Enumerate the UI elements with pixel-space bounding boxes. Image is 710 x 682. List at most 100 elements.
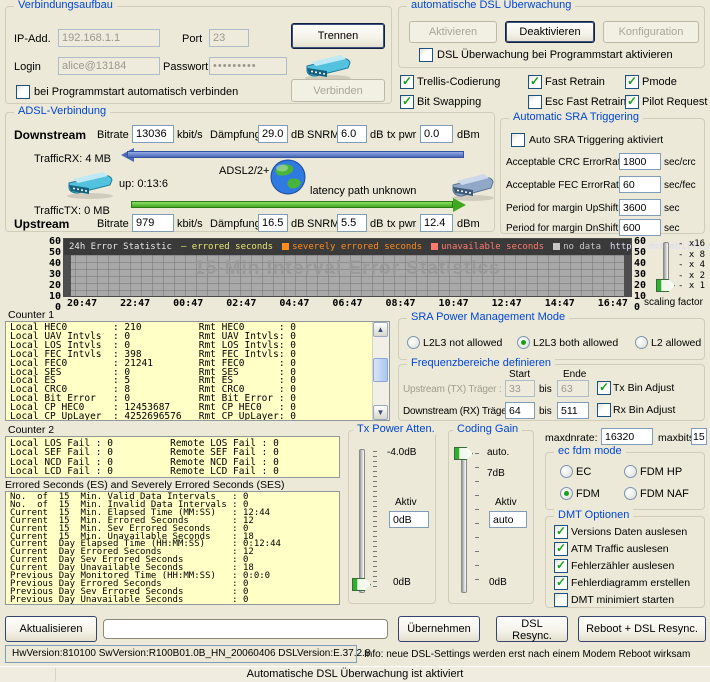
l2-allowed-radio[interactable] — [635, 336, 648, 349]
disconnect-button[interactable]: Trennen — [291, 23, 385, 49]
us-txpwr-field[interactable] — [420, 214, 453, 232]
y-tick: 60 — [634, 236, 647, 247]
refresh-button[interactable]: Aktualisieren — [5, 616, 97, 642]
ec-radio[interactable] — [560, 465, 573, 478]
scale-label: - x 4 — [678, 260, 706, 270]
fehlerzaehler-checkbox[interactable] — [554, 558, 568, 573]
fast-retrain-checkbox[interactable] — [528, 74, 542, 89]
ip-address-field[interactable] — [58, 29, 160, 47]
fdm-hp-radio[interactable] — [624, 465, 637, 478]
us-snrm-field[interactable] — [337, 214, 367, 232]
dnshift-field[interactable] — [619, 219, 661, 236]
scale-label: - x 2 — [678, 270, 706, 281]
y-tick: 30 — [634, 269, 647, 280]
maxbits-field[interactable] — [691, 428, 707, 445]
atm-traffic-label: ATM Traffic auslesen — [571, 543, 669, 555]
counter1-scrollbar[interactable]: ▲ ▼ — [372, 322, 389, 420]
x-tick: 14:47 — [544, 298, 575, 309]
startup-monitoring-checkbox[interactable] — [419, 48, 433, 62]
tx-atten-title: Tx Power Atten. — [353, 423, 439, 435]
tx-bin-adjust-checkbox[interactable] — [597, 380, 611, 395]
ip-address-label: IP-Add. — [14, 33, 51, 45]
upshift-field[interactable] — [619, 199, 661, 216]
crc-rate-unit: sec/crc — [664, 157, 696, 168]
scaling-slider-thumb[interactable] — [656, 279, 675, 292]
ds-snrm-unit: dB — [370, 129, 384, 141]
ds-snrm-field[interactable] — [337, 125, 367, 143]
monitoring-group: automatische DSL Überwachung Aktivieren … — [398, 0, 705, 68]
rx-bin-adjust-checkbox[interactable] — [597, 403, 611, 417]
l2l3-both-allowed-radio[interactable] — [517, 336, 530, 349]
downstream-end-field[interactable] — [557, 402, 589, 419]
sra-triggering-group: Automatic SRA Triggering Auto SRA Trigge… — [500, 111, 705, 236]
activate-button[interactable]: Aktivieren — [409, 21, 497, 43]
tx-atten-slider-thumb[interactable] — [352, 578, 371, 591]
y-tick: 50 — [48, 247, 61, 258]
x-tick: 08:47 — [385, 298, 416, 309]
dsl-resync-button[interactable]: DSL Resync. — [496, 616, 568, 642]
minimiert-checkbox[interactable] — [554, 593, 568, 607]
configuration-button[interactable]: Konfiguration — [603, 21, 699, 43]
counter1-label: Counter 1 — [8, 309, 55, 321]
us-att-field[interactable] — [258, 214, 288, 232]
us-bitrate-field[interactable] — [132, 214, 174, 232]
auto-sra-checkbox[interactable] — [511, 133, 525, 147]
command-field[interactable] — [103, 619, 388, 639]
counter1-text: Local HEC0 : 210 Rmt HEC0 : 0 Local UAV … — [10, 322, 296, 421]
fec-rate-label: Acceptable FEC ErrorRate — [506, 180, 625, 191]
us-att-unit: dB — [291, 218, 305, 230]
pilot-request-checkbox[interactable] — [625, 94, 639, 109]
password-field[interactable] — [209, 57, 287, 75]
ec-fdm-group: ec fdm mode EC FDM HP FDM FDM NAF — [545, 445, 705, 510]
versions-checkbox[interactable] — [554, 524, 568, 539]
x-axis: 20:47 22:47 00:47 02:47 04:47 06:47 08:4… — [63, 298, 632, 309]
dmt-options-title: DMT Optionen — [554, 509, 634, 521]
downstream-arrow — [127, 151, 464, 158]
coding-gain-slider-track[interactable] — [461, 449, 467, 593]
coding-gain-aktiv-field[interactable] — [489, 511, 527, 528]
scrollbar-thumb[interactable] — [373, 358, 388, 382]
trellis-checkbox[interactable] — [400, 74, 414, 89]
adsl-group-title: ADSL-Verbindung — [14, 105, 111, 117]
upstream-start-field[interactable] — [505, 380, 535, 397]
tx-atten-slider-track[interactable] — [359, 449, 365, 593]
maxdnrate-field[interactable] — [601, 428, 653, 445]
scroll-down-button[interactable]: ▼ — [373, 405, 388, 420]
apply-button[interactable]: Übernehmen — [398, 616, 480, 642]
x-tick: 06:47 — [332, 298, 363, 309]
deactivate-button[interactable]: Deaktivieren — [505, 21, 595, 43]
fehlerdiagramm-checkbox[interactable] — [554, 575, 568, 590]
pmode-checkbox[interactable] — [625, 74, 639, 89]
fdm-naf-radio[interactable] — [624, 487, 637, 500]
x-tick: 22:47 — [120, 298, 151, 309]
autoconnect-checkbox[interactable] — [16, 85, 30, 99]
coding-gain-slider-thumb[interactable] — [454, 447, 473, 460]
bit-swapping-checkbox[interactable] — [400, 94, 414, 109]
port-field[interactable] — [209, 29, 249, 47]
crc-rate-field[interactable] — [619, 153, 661, 170]
reboot-resync-button[interactable]: Reboot + DSL Resync. — [578, 616, 706, 642]
ds-att-field[interactable] — [258, 125, 288, 143]
ds-txpwr-field[interactable] — [420, 125, 453, 143]
esc-fast-retrain-checkbox[interactable] — [528, 95, 542, 109]
login-field[interactable] — [58, 57, 160, 75]
atm-traffic-checkbox[interactable] — [554, 541, 568, 556]
tx-atten-aktiv-field[interactable] — [389, 511, 429, 528]
ds-bitrate-field[interactable] — [132, 125, 174, 143]
upstream-end-field[interactable] — [557, 380, 589, 397]
fdm-naf-label: FDM NAF — [640, 488, 689, 500]
uptime-label: up: 0:13:6 — [119, 178, 168, 190]
connect-button[interactable]: Verbinden — [291, 79, 385, 102]
scroll-up-button[interactable]: ▲ — [373, 322, 388, 337]
globe-icon — [269, 158, 307, 199]
y-axis-left: 60 50 40 30 20 10 0 — [40, 236, 61, 313]
us-snrm-label: SNRM — [307, 218, 340, 230]
us-bitrate-label: Bitrate — [97, 218, 129, 230]
downstream-start-field[interactable] — [505, 402, 535, 419]
fdm-radio[interactable] — [560, 487, 573, 500]
counter2-box: Local LOS Fail : 0 Remote LOS Fail : 0 L… — [5, 436, 340, 478]
fehlerdiagramm-label: Fehlerdiagramm erstellen — [571, 577, 691, 589]
fec-rate-field[interactable] — [619, 176, 661, 193]
scaling-caption: scaling factor — [644, 297, 703, 308]
l2l3-not-allowed-radio[interactable] — [407, 336, 420, 349]
